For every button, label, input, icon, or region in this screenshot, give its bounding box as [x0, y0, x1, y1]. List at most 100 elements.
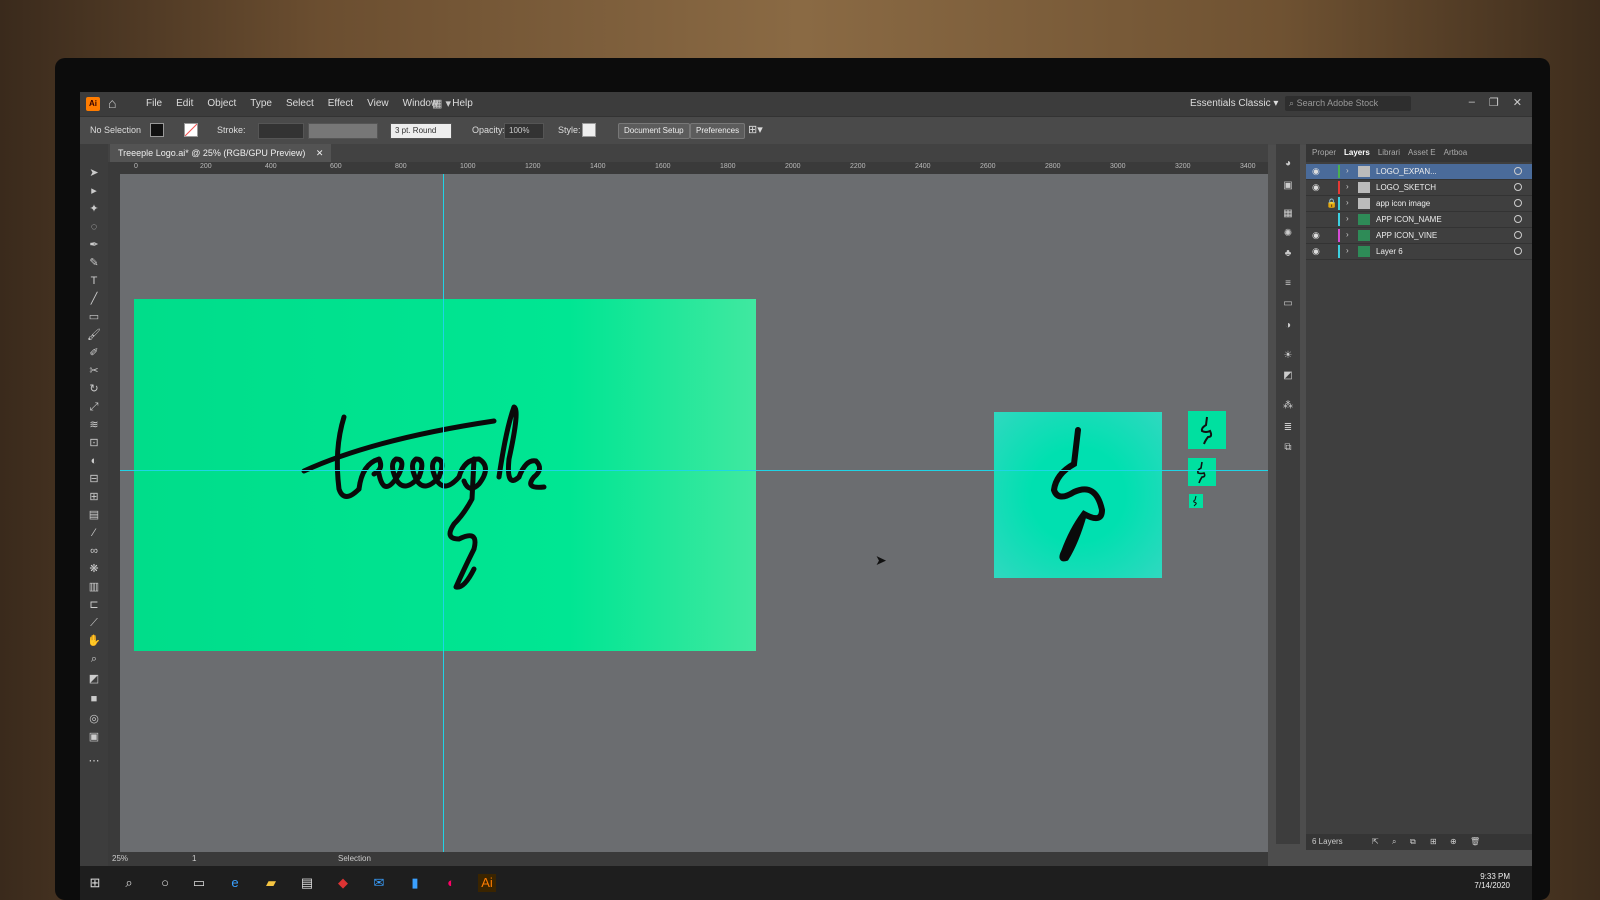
graph-tool-icon[interactable]: ▥ — [86, 580, 102, 594]
expand-arrow-icon[interactable]: › — [1346, 246, 1349, 255]
artboard-logo[interactable] — [134, 299, 756, 651]
layer-row[interactable]: › APP ICON_NAME — [1306, 212, 1532, 228]
store-icon[interactable]: ▤ — [298, 874, 316, 892]
swatches-icon[interactable]: ▦ — [1281, 208, 1295, 220]
stroke-weight-field[interactable] — [258, 123, 304, 139]
scissors-tool-icon[interactable]: ✂ — [86, 364, 102, 378]
color-mode-icon[interactable]: ■ — [86, 692, 102, 706]
brushes-icon[interactable]: ✺ — [1281, 228, 1295, 240]
preferences-button[interactable]: Preferences — [690, 123, 746, 139]
rotate-tool-icon[interactable]: ↻ — [86, 382, 102, 396]
workspace-switcher[interactable]: Essentials Classic ▾ — [1190, 98, 1278, 109]
menu-effect[interactable]: Effect — [328, 98, 353, 109]
expand-arrow-icon[interactable]: › — [1346, 214, 1349, 223]
guide-vertical[interactable] — [443, 174, 444, 852]
close-icon[interactable]: ✕ — [1513, 96, 1522, 109]
file-explorer-icon[interactable]: ▰ — [262, 874, 280, 892]
artboard-icon-small-1[interactable] — [1188, 411, 1226, 449]
rectangle-tool-icon[interactable]: ▭ — [86, 310, 102, 324]
minimize-icon[interactable]: – — [1469, 96, 1475, 109]
target-circle-icon[interactable] — [1514, 215, 1522, 223]
shaper-tool-icon[interactable]: ✐ — [86, 346, 102, 360]
windows-start-icon[interactable]: ⊞ — [86, 874, 104, 892]
free-transform-tool-icon[interactable]: ⊡ — [86, 436, 102, 450]
layer-row[interactable]: 🔒 › app icon image — [1306, 196, 1532, 212]
menu-file[interactable]: File — [146, 98, 162, 109]
document-setup-button[interactable]: Document Setup — [618, 123, 690, 139]
appearance-icon[interactable]: ☀ — [1281, 350, 1295, 362]
artboard-app-icon[interactable] — [994, 412, 1162, 578]
artboard-icon-small-2[interactable] — [1188, 458, 1216, 486]
blend-tool-icon[interactable]: ∞ — [86, 544, 102, 558]
layer-row[interactable]: ◉ › APP ICON_VINE — [1306, 228, 1532, 244]
tab-properties[interactable]: Proper — [1312, 144, 1336, 162]
transparency-icon[interactable]: ◑ — [1281, 320, 1295, 332]
pathfinder-icon[interactable]: ⧉ — [1281, 442, 1295, 454]
slice-tool-icon[interactable]: ⟋ — [86, 616, 102, 630]
align-icon[interactable]: ⊞▾ — [748, 123, 763, 136]
layer-row[interactable]: ◉ › LOGO_SKETCH — [1306, 180, 1532, 196]
pen-tool-icon[interactable]: ✒ — [86, 238, 102, 252]
stroke-panel-icon[interactable]: ≡ — [1281, 278, 1295, 290]
document-tab[interactable]: Treeeple Logo.ai* @ 25% (RGB/GPU Preview… — [110, 144, 332, 162]
trash-icon[interactable]: 🗑 — [1470, 834, 1480, 850]
screen-mode-icon[interactable]: ▣ — [86, 730, 102, 744]
paintbrush-tool-icon[interactable]: 🖌 — [86, 328, 102, 342]
menu-edit[interactable]: Edit — [176, 98, 193, 109]
expand-arrow-icon[interactable]: › — [1346, 198, 1349, 207]
graphic-styles-icon[interactable]: ◩ — [1281, 370, 1295, 382]
align-panel-icon[interactable]: ≣ — [1281, 422, 1295, 434]
canvas[interactable]: ➤ — [120, 174, 1268, 852]
zoom-tool-icon[interactable]: ⌕ — [86, 652, 102, 666]
variable-width-field[interactable] — [308, 123, 378, 139]
curvature-tool-icon[interactable]: ✎ — [86, 256, 102, 270]
eyedropper-tool-icon[interactable]: ⁄ — [86, 526, 102, 540]
expand-arrow-icon[interactable]: › — [1346, 182, 1349, 191]
arrange-documents-icon[interactable]: ▦ ▾ — [432, 97, 451, 110]
target-circle-icon[interactable] — [1514, 247, 1522, 255]
selection-tool-icon[interactable]: ➤ — [86, 166, 102, 180]
layer-row[interactable]: ◉ › Layer 6 — [1306, 244, 1532, 260]
search-icon[interactable]: ⌕ — [120, 874, 138, 892]
guide-horizontal[interactable] — [120, 470, 1268, 471]
target-circle-icon[interactable] — [1514, 199, 1522, 207]
cortana-icon[interactable]: ○ — [156, 874, 174, 892]
opacity-field[interactable]: 100% — [504, 123, 544, 139]
expand-arrow-icon[interactable]: › — [1346, 166, 1349, 175]
edge-browser-icon[interactable]: e — [226, 874, 244, 892]
visibility-eye-icon[interactable]: ◉ — [1312, 182, 1320, 193]
menu-type[interactable]: Type — [250, 98, 272, 109]
shape-builder-tool-icon[interactable]: ◐ — [86, 454, 102, 468]
target-circle-icon[interactable] — [1514, 167, 1522, 175]
tab-asset-export[interactable]: Asset E — [1408, 144, 1436, 162]
more-tools-icon[interactable]: ⋯ — [86, 754, 102, 768]
tab-libraries[interactable]: Librari — [1378, 144, 1400, 162]
transform-icon[interactable]: ⁂ — [1281, 400, 1295, 412]
restore-icon[interactable]: ❐ — [1489, 96, 1499, 109]
visibility-eye-icon[interactable]: ◉ — [1312, 230, 1320, 241]
artboard-icon-small-3[interactable] — [1189, 494, 1203, 508]
tab-artboards[interactable]: Artboa — [1444, 144, 1468, 162]
target-circle-icon[interactable] — [1514, 183, 1522, 191]
export-icon[interactable]: ⇱ — [1372, 834, 1379, 850]
mesh-tool-icon[interactable]: ⊞ — [86, 490, 102, 504]
menu-view[interactable]: View — [367, 98, 389, 109]
libraries-icon[interactable]: ▣ — [1281, 180, 1295, 192]
zoom-level[interactable]: 25% — [112, 852, 128, 866]
symbol-sprayer-tool-icon[interactable]: ❋ — [86, 562, 102, 576]
mail-icon[interactable]: ✉ — [370, 874, 388, 892]
clipping-mask-icon[interactable]: ⧉ — [1410, 834, 1416, 850]
menu-object[interactable]: Object — [207, 98, 236, 109]
type-tool-icon[interactable]: T — [86, 274, 102, 288]
app-icon-blue[interactable]: ▮ — [406, 874, 424, 892]
hand-tool-icon[interactable]: ✋ — [86, 634, 102, 648]
menu-select[interactable]: Select — [286, 98, 314, 109]
stock-search-input[interactable]: ⌕ Search Adobe Stock — [1285, 96, 1411, 111]
color-panel-icon[interactable]: ◕ — [1281, 158, 1295, 170]
tab-layers[interactable]: Layers — [1344, 144, 1370, 162]
close-tab-icon[interactable]: ✕ — [316, 148, 324, 158]
warp-tool-icon[interactable]: ≋ — [86, 418, 102, 432]
artboard-number[interactable]: 1 — [192, 852, 196, 866]
menu-help[interactable]: Help — [452, 98, 473, 109]
layer-row[interactable]: ◉ › LOGO_EXPAN... — [1306, 164, 1532, 180]
